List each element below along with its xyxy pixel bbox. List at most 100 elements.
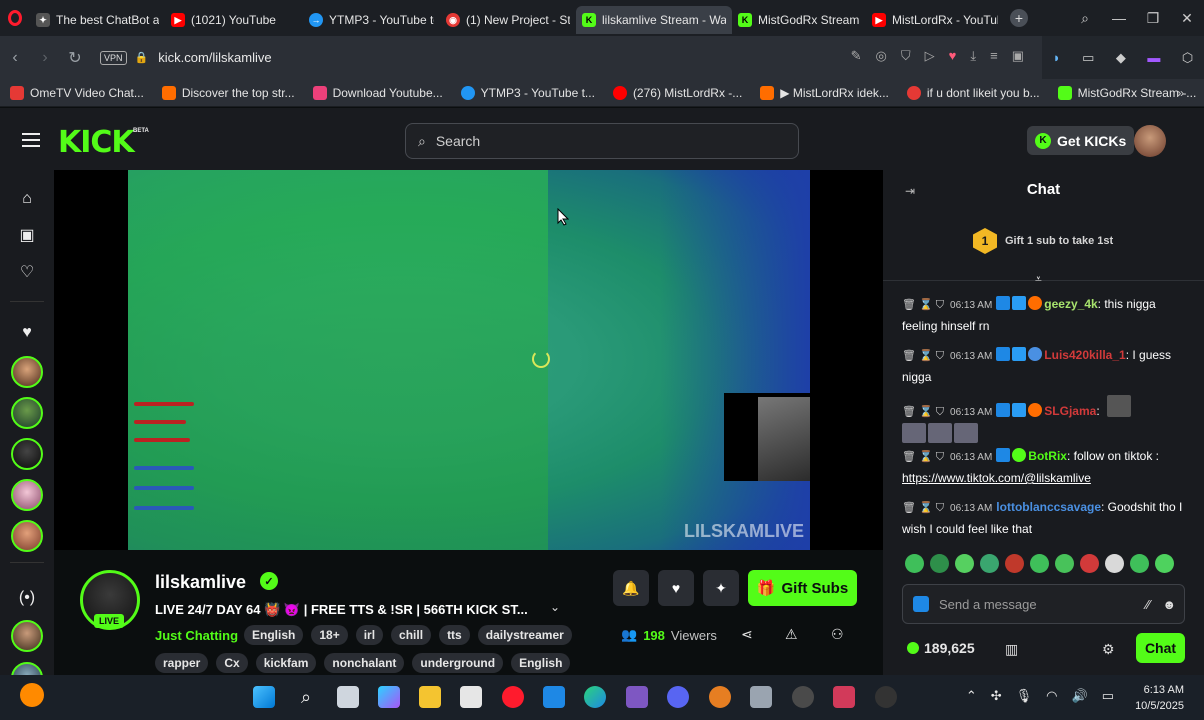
- tab-mistlordrx[interactable]: ▶ MistLordRx - YouTube: [866, 6, 1004, 34]
- settings-gear-icon[interactable]: ⚙: [1102, 641, 1115, 658]
- forward-icon[interactable]: ›: [30, 49, 60, 67]
- tag[interactable]: nonchalant: [324, 653, 405, 673]
- emote-icon[interactable]: [1105, 554, 1124, 573]
- windows-start-icon[interactable]: [253, 686, 275, 708]
- app-icon[interactable]: [709, 686, 731, 708]
- copilot-icon[interactable]: [378, 686, 400, 708]
- mod-tools-icon[interactable]: 🗑 ⌛ ⛉: [902, 350, 944, 362]
- chat-link[interactable]: https://www.tiktok.com/@lilskamlive: [902, 471, 1091, 485]
- browse-icon[interactable]: ▣: [18, 227, 36, 245]
- discord-icon[interactable]: [667, 686, 689, 708]
- minimize-icon[interactable]: —: [1102, 10, 1136, 26]
- chevron-up-icon[interactable]: ⌃: [966, 688, 977, 704]
- user-add-icon[interactable]: ⚇: [831, 626, 844, 643]
- emote-icon[interactable]: [1030, 554, 1049, 573]
- heart-icon[interactable]: ♥: [949, 48, 957, 64]
- bookmarks-overflow-icon[interactable]: »: [1177, 86, 1184, 100]
- search-icon[interactable]: ⌕: [295, 686, 317, 708]
- tab-mistgodrx[interactable]: K MistGodRx Stream: [732, 6, 866, 34]
- download-icon[interactable]: ⤓: [970, 48, 976, 64]
- tag[interactable]: underground: [412, 653, 504, 673]
- clipchamp-icon[interactable]: [626, 686, 648, 708]
- tab-youtube[interactable]: ▶ (1021) YouTube: [165, 6, 303, 34]
- home-icon[interactable]: ⌂: [18, 190, 36, 208]
- tab-lilskamlive[interactable]: Klilskamlive Stream - Watch: [576, 6, 732, 34]
- chat-username[interactable]: Luis420killa_1: [1044, 348, 1125, 362]
- wallet-icon[interactable]: ▣: [1012, 48, 1024, 64]
- camera-icon[interactable]: ◎: [876, 48, 887, 64]
- emote-icon[interactable]: [955, 554, 974, 573]
- tag[interactable]: tts: [439, 625, 470, 645]
- restore-icon[interactable]: ❐: [1136, 10, 1170, 27]
- lock-icon[interactable]: 🔒: [135, 51, 149, 64]
- battery-icon[interactable]: ▭: [1102, 688, 1114, 704]
- store-icon[interactable]: ▥: [1005, 641, 1018, 658]
- tag[interactable]: English: [511, 653, 571, 673]
- extension-icon[interactable]: ◗: [1053, 50, 1061, 65]
- chat-username[interactable]: lottoblanccsavage: [996, 500, 1101, 514]
- tag[interactable]: rapper: [155, 653, 209, 673]
- tag[interactable]: Cx: [216, 653, 248, 673]
- bookmark-item[interactable]: Discover the top str...: [161, 85, 295, 100]
- send-chat-button[interactable]: Chat: [1136, 633, 1185, 663]
- bookmark-item[interactable]: OmeTV Video Chat...: [10, 85, 144, 100]
- menu-icon[interactable]: ≡: [990, 48, 998, 64]
- bookmark-item[interactable]: (276) MistLordRx -...: [612, 85, 742, 100]
- wifi-icon[interactable]: ◠: [1046, 688, 1057, 704]
- file-explorer-icon[interactable]: [419, 686, 441, 708]
- chat-message[interactable]: 🗑 ⌛ ⛉ 06:13 AM geezy_4k: this nigga feelin…: [902, 294, 1192, 336]
- tag[interactable]: dailystreamer: [477, 625, 572, 645]
- tab-new-project[interactable]: ◉ (1) New Project - Stud: [440, 6, 576, 34]
- extension-icon[interactable]: ⬡: [1182, 50, 1193, 66]
- close-icon[interactable]: ✕: [1170, 10, 1204, 27]
- shield-icon[interactable]: ⛉: [901, 48, 911, 64]
- chat-message-input[interactable]: Send a message ⁄⁄ ☻: [902, 584, 1185, 624]
- opera-logo-icon[interactable]: [0, 0, 30, 36]
- store-app-icon[interactable]: [460, 686, 482, 708]
- camera-app-icon[interactable]: [750, 686, 772, 708]
- microphone-icon[interactable]: 🎙: [1016, 688, 1033, 704]
- emote-icon[interactable]: [930, 554, 949, 573]
- notification-bell-button[interactable]: 🔔: [613, 570, 649, 606]
- weather-widget-icon[interactable]: [20, 683, 44, 707]
- search-input[interactable]: ⌕ Search: [405, 123, 799, 159]
- bookmark-item[interactable]: ▶ MistLordRx idek...: [760, 85, 889, 100]
- tag[interactable]: chill: [391, 625, 432, 645]
- extension-icon[interactable]: ▬: [1147, 50, 1160, 65]
- vpn-badge[interactable]: VPN: [100, 50, 127, 65]
- edge-icon[interactable]: [584, 686, 606, 708]
- follow-button[interactable]: ♥: [658, 570, 694, 606]
- mod-tools-icon[interactable]: 🗑 ⌛ ⛉: [902, 406, 944, 418]
- chat-message[interactable]: 🗑 ⌛ ⛉ 06:13 AM BotRix: follow on tiktok : …: [902, 446, 1192, 488]
- channel-points[interactable]: 189,625: [907, 640, 975, 656]
- live-broadcast-icon[interactable]: (•): [18, 589, 36, 607]
- chat-username[interactable]: SLGjama: [1044, 404, 1096, 418]
- followed-channel-avatar[interactable]: [11, 356, 43, 388]
- share-icon[interactable]: ⋖: [741, 626, 753, 643]
- get-kicks-button[interactable]: K Get KICKs: [1027, 126, 1135, 155]
- channel-name[interactable]: lilskamlive: [155, 572, 246, 593]
- chat-message[interactable]: 🗑 ⌛ ⛉ 06:13 AM lottoblanccsavage: Goodshit…: [902, 497, 1192, 539]
- bookmark-item[interactable]: YTMP3 - YouTube t...: [460, 85, 595, 100]
- back-icon[interactable]: ‹: [0, 49, 30, 67]
- stream-category[interactable]: Just Chatting: [155, 628, 238, 643]
- hamburger-menu-icon[interactable]: [22, 133, 40, 151]
- bookmark-item[interactable]: MistGodRx Stream -...: [1057, 85, 1196, 100]
- emote-icon[interactable]: [905, 554, 924, 573]
- tag[interactable]: English: [244, 625, 304, 645]
- bookmark-item[interactable]: Download Youtube...: [312, 85, 443, 100]
- followed-channel-avatar[interactable]: [11, 479, 43, 511]
- clip-button[interactable]: ✦: [703, 570, 739, 606]
- video-frame[interactable]: LILSKAMLIVE: [128, 170, 810, 550]
- chat-message[interactable]: 🗑 ⌛ ⛉ 06:13 AM SLGjama:: [902, 395, 1192, 447]
- media-player-icon[interactable]: [875, 686, 897, 708]
- edit-icon[interactable]: ✎: [851, 48, 862, 64]
- emote-icon[interactable]: [980, 554, 999, 573]
- emoji-icon[interactable]: ☻: [1162, 597, 1176, 612]
- followed-channel-avatar[interactable]: [11, 397, 43, 429]
- emote-icon[interactable]: [1130, 554, 1149, 573]
- gift-subs-button[interactable]: 🎁 Gift Subs: [748, 570, 857, 606]
- chat-message[interactable]: 🗑 ⌛ ⛉ 06:13 AM Luis420killa_1: I guess nig…: [902, 345, 1192, 387]
- emote-icon[interactable]: [1055, 554, 1074, 573]
- recommended-channel-avatar[interactable]: [11, 620, 43, 652]
